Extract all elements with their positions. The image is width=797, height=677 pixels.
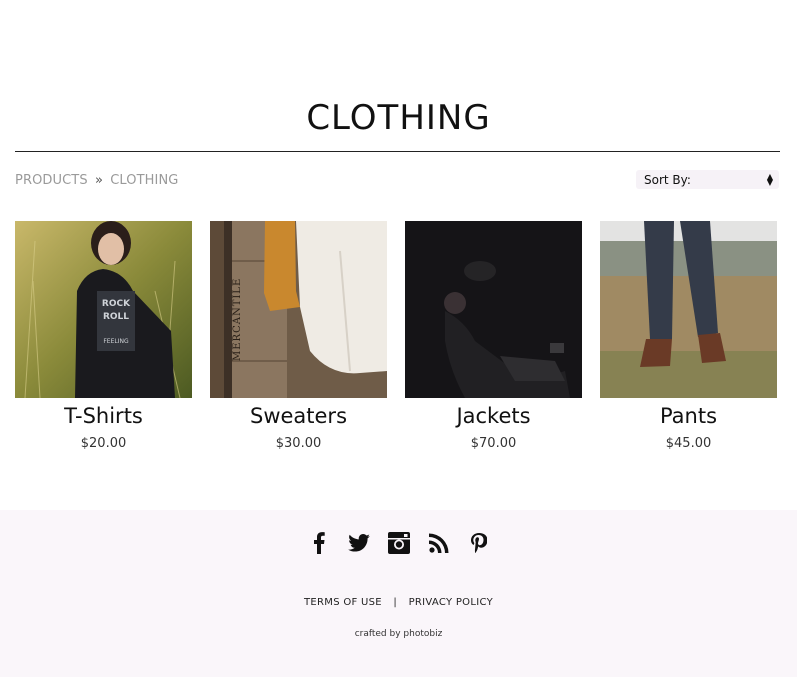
breadcrumb-products-link[interactable]: PRODUCTS: [15, 173, 88, 188]
breadcrumb-clothing-link[interactable]: CLOTHING: [110, 173, 178, 188]
page-title: CLOTHING: [306, 98, 491, 138]
product-card-pants[interactable]: Pants $45.00: [600, 221, 777, 451]
footer-credit[interactable]: crafted by photobiz: [0, 629, 797, 639]
twitter-icon[interactable]: [347, 532, 370, 554]
terms-of-use-link[interactable]: TERMS OF USE: [304, 597, 382, 608]
social-links: [0, 532, 797, 554]
pinterest-icon[interactable]: [468, 532, 490, 554]
footer-divider: |: [393, 597, 398, 608]
product-grid: ROCK ROLL FEELING T-Shirts $20.00 MERCAN…: [15, 221, 780, 461]
product-card-jackets[interactable]: Jackets $70.00: [405, 221, 582, 451]
privacy-policy-link[interactable]: PRIVACY POLICY: [409, 597, 493, 608]
footer-links: TERMS OF USE | PRIVACY POLICY: [0, 597, 797, 608]
product-card-tshirts[interactable]: ROCK ROLL FEELING T-Shirts $20.00: [15, 221, 192, 451]
product-name[interactable]: T-Shirts: [15, 404, 192, 428]
product-image-pants[interactable]: [600, 221, 777, 398]
site-footer: TERMS OF USE | PRIVACY POLICY crafted by…: [0, 510, 797, 677]
svg-text:ROCK: ROCK: [102, 299, 131, 309]
breadcrumb: PRODUCTS » CLOTHING: [15, 173, 178, 188]
product-card-sweaters[interactable]: MERCANTILE Sweaters $30.00: [210, 221, 387, 451]
product-image-sweaters[interactable]: MERCANTILE: [210, 221, 387, 398]
product-price: $45.00: [665, 436, 712, 451]
sort-label: Sort By:: [644, 172, 691, 187]
svg-text:ROLL: ROLL: [103, 312, 129, 322]
svg-text:MERCANTILE: MERCANTILE: [232, 278, 243, 361]
sort-arrows-icon: ▲ ▼: [766, 171, 773, 187]
product-name[interactable]: Pants: [600, 404, 777, 428]
breadcrumb-separator: »: [94, 173, 103, 188]
product-image-jackets[interactable]: [405, 221, 582, 398]
rss-icon[interactable]: [428, 532, 450, 554]
title-divider: [15, 151, 780, 152]
svg-text:FEELING: FEELING: [103, 338, 129, 345]
product-price: $70.00: [470, 436, 517, 451]
facebook-icon[interactable]: [308, 532, 330, 554]
product-price: $30.00: [275, 436, 322, 451]
product-name[interactable]: Jackets: [405, 404, 582, 428]
product-name[interactable]: Sweaters: [210, 404, 387, 428]
sort-select[interactable]: Sort By: ▲ ▼: [636, 170, 779, 189]
product-price: $20.00: [80, 436, 127, 451]
instagram-icon[interactable]: [387, 532, 410, 554]
product-image-tshirts[interactable]: ROCK ROLL FEELING: [15, 221, 192, 398]
